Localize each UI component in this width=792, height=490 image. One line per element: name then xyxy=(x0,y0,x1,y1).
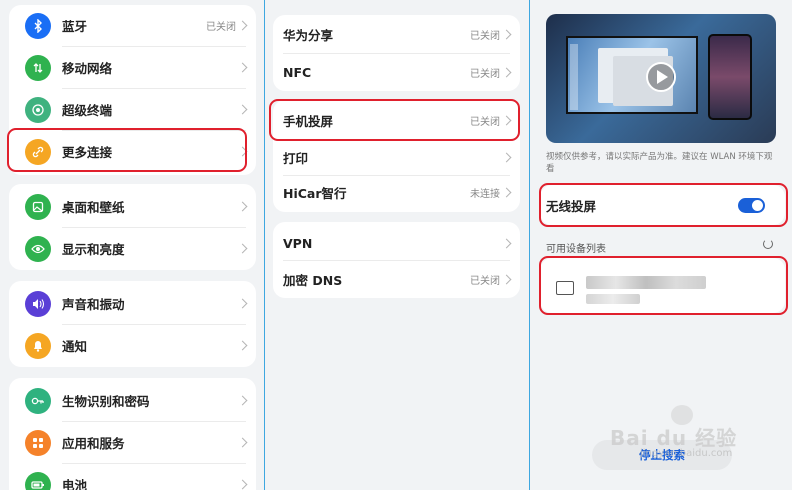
chevron-right-icon xyxy=(237,104,248,115)
phone-illustration xyxy=(708,34,752,120)
demo-video[interactable] xyxy=(546,14,776,143)
huawei-share-status: 已关闭 xyxy=(470,30,500,42)
sound-vibration-item[interactable]: 声音和振动 xyxy=(9,283,256,324)
chevron-right-icon xyxy=(501,238,512,248)
super-device-label: 超级终端 xyxy=(62,103,113,118)
nfc-label: NFC xyxy=(283,64,312,80)
battery-item[interactable]: 电池 xyxy=(9,464,256,490)
mobile-network-label: 移动网络 xyxy=(62,61,113,76)
chevron-right-icon xyxy=(237,62,248,73)
highlight-device xyxy=(539,256,788,315)
eye-icon xyxy=(25,235,51,262)
network-group: VPN 加密 DNS 已关闭 xyxy=(273,222,520,298)
vpn-item[interactable]: VPN xyxy=(273,224,520,262)
key-icon xyxy=(25,387,51,414)
battery-icon xyxy=(25,471,51,490)
bluetooth-icon xyxy=(25,12,51,39)
chevron-right-icon xyxy=(237,437,248,448)
biometrics-label: 生物识别和密码 xyxy=(62,394,150,409)
notification-item[interactable]: 通知 xyxy=(9,325,256,366)
chevron-right-icon xyxy=(501,29,512,39)
highlight-wireless-projection xyxy=(539,183,788,227)
bluetooth-status: 已关闭 xyxy=(206,22,236,33)
apps-services-label: 应用和服务 xyxy=(62,436,125,451)
sound-vibration-label: 声音和振动 xyxy=(62,297,125,312)
device-list-title: 可用设备列表 xyxy=(546,244,606,255)
chevron-right-icon xyxy=(501,187,512,198)
baidu-watermark: Bai du 经验 xyxy=(610,426,738,450)
chevron-right-icon xyxy=(237,298,248,309)
notification-label: 通知 xyxy=(62,339,88,354)
wallpaper-icon xyxy=(25,193,51,220)
huawei-share-item[interactable]: 华为分享 已关闭 xyxy=(273,15,520,53)
apps-icon xyxy=(25,429,51,456)
nfc-status: 已关闭 xyxy=(470,68,500,80)
encrypted-dns-status: 已关闭 xyxy=(470,275,500,287)
nfc-item[interactable]: NFC 已关闭 xyxy=(273,53,520,91)
more-connections-panel: 华为分享 已关闭 NFC 已关闭 手机投屏 已关闭 打印 HiCar智行 未连接 xyxy=(265,0,529,490)
display-brightness-item[interactable]: 显示和亮度 xyxy=(9,228,256,269)
mobile-network-icon xyxy=(25,54,51,81)
print-item[interactable]: 打印 xyxy=(273,139,520,175)
wallpaper-label: 桌面和壁纸 xyxy=(62,200,125,215)
chevron-right-icon xyxy=(237,20,248,31)
display-brightness-label: 显示和亮度 xyxy=(62,242,125,257)
huawei-share-label: 华为分享 xyxy=(283,27,334,43)
chevron-right-icon xyxy=(237,201,248,212)
display-group: 桌面和壁纸 显示和亮度 xyxy=(9,184,256,270)
hicar-item[interactable]: HiCar智行 未连接 xyxy=(273,174,520,211)
loading-spinner-icon xyxy=(763,239,773,249)
vpn-label: VPN xyxy=(283,235,313,251)
hicar-label: HiCar智行 xyxy=(283,186,347,201)
security-group: 生物识别和密码 应用和服务 电池 xyxy=(9,378,256,490)
encrypted-dns-item[interactable]: 加密 DNS 已关闭 xyxy=(273,260,520,298)
baidu-watermark-url: jingyan.baidu.com xyxy=(640,448,733,459)
chevron-right-icon xyxy=(501,152,512,162)
biometrics-item[interactable]: 生物识别和密码 xyxy=(9,380,256,421)
apps-services-item[interactable]: 应用和服务 xyxy=(9,422,256,463)
print-label: 打印 xyxy=(283,150,309,166)
sound-group: 声音和振动 通知 xyxy=(9,281,256,367)
chevron-right-icon xyxy=(237,479,248,490)
chevron-right-icon xyxy=(501,274,512,284)
share-group: 华为分享 已关闭 NFC 已关闭 xyxy=(273,15,520,91)
chevron-right-icon xyxy=(237,243,248,254)
chevron-right-icon xyxy=(237,340,248,351)
mobile-network-item[interactable]: 移动网络 xyxy=(9,47,256,88)
wallpaper-item[interactable]: 桌面和壁纸 xyxy=(9,186,256,227)
highlight-phone-projection xyxy=(269,99,520,141)
settings-list-panel: 蓝牙 已关闭 移动网络 超级终端 更多连接 桌面和壁纸 显示和亮度 声音和振动 … xyxy=(0,0,264,490)
highlight-more-connections xyxy=(7,128,247,172)
bluetooth-label: 蓝牙 xyxy=(62,19,88,34)
bluetooth-item[interactable]: 蓝牙 已关闭 xyxy=(9,5,256,46)
tv-illustration xyxy=(566,36,698,114)
video-note: 视频仅供参考，请以实际产品为准。建议在 WLAN 环境下观看 xyxy=(546,152,773,174)
super-device-item[interactable]: 超级终端 xyxy=(9,89,256,130)
wireless-projection-panel: 视频仅供参考，请以实际产品为准。建议在 WLAN 环境下观看 无线投屏 可用设备… xyxy=(530,0,792,490)
super-device-icon xyxy=(25,96,51,123)
play-icon[interactable] xyxy=(646,62,676,92)
hicar-status: 未连接 xyxy=(470,189,500,200)
chevron-right-icon xyxy=(237,395,248,406)
speaker-icon xyxy=(25,290,51,317)
battery-label: 电池 xyxy=(62,478,88,490)
chevron-right-icon xyxy=(501,67,512,77)
bell-icon xyxy=(25,332,51,359)
encrypted-dns-label: 加密 DNS xyxy=(283,272,343,288)
